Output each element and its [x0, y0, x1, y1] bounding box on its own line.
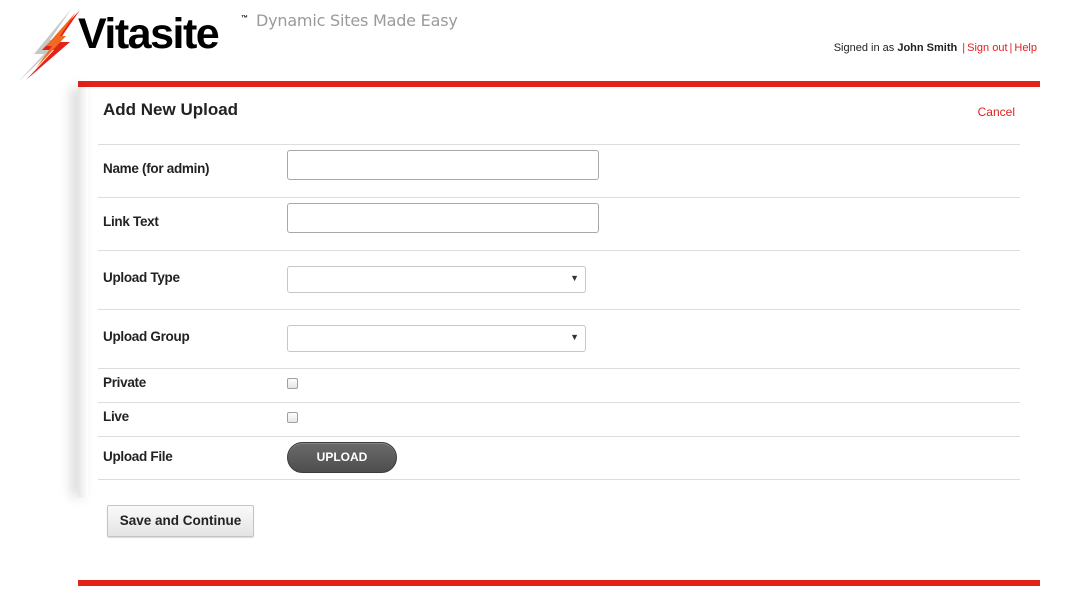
cancel-link[interactable]: Cancel — [978, 105, 1015, 119]
upload-group-select[interactable]: ▼ — [287, 325, 586, 352]
link-text-input[interactable] — [287, 203, 599, 233]
divider — [98, 436, 1020, 437]
private-checkbox[interactable] — [287, 378, 298, 389]
panel-shadow — [78, 87, 88, 497]
bottom-accent-bar — [78, 580, 1040, 586]
live-label: Live — [103, 409, 129, 424]
divider — [98, 250, 1020, 251]
divider — [98, 402, 1020, 403]
signed-in-prefix: Signed in as — [833, 42, 895, 54]
logo-trademark: ™ — [241, 15, 248, 22]
name-input[interactable] — [287, 150, 599, 180]
divider — [98, 479, 1020, 480]
site-logo[interactable]: Vitasite ™ — [14, 6, 254, 84]
top-accent-bar — [78, 81, 1040, 87]
tagline: Dynamic Sites Made Easy — [256, 11, 458, 30]
upload-group-label: Upload Group — [103, 329, 190, 344]
name-label: Name (for admin) — [103, 161, 210, 176]
logo-text: Vitasite — [78, 10, 220, 58]
divider — [98, 368, 1020, 369]
save-and-continue-button[interactable]: Save and Continue — [107, 505, 254, 537]
link-text-label: Link Text — [103, 214, 159, 229]
divider — [98, 309, 1020, 310]
triangle-down-icon: ▼ — [570, 273, 579, 283]
private-label: Private — [103, 375, 146, 390]
upload-type-select[interactable]: ▼ — [287, 266, 586, 293]
upload-button[interactable]: UPLOAD — [287, 442, 397, 473]
live-checkbox[interactable] — [287, 412, 298, 423]
page-title: Add New Upload — [103, 100, 239, 119]
upload-type-label: Upload Type — [103, 270, 180, 285]
help-link[interactable]: Help — [1014, 42, 1037, 54]
divider — [98, 197, 1020, 198]
upload-file-label: Upload File — [103, 449, 173, 464]
triangle-down-icon: ▼ — [570, 332, 579, 342]
user-name: John Smith — [897, 42, 958, 54]
divider — [98, 144, 1020, 145]
user-bar: Signed in as John Smith | Sign out | Help — [834, 42, 1037, 54]
sign-out-link[interactable]: Sign out — [967, 42, 1007, 54]
